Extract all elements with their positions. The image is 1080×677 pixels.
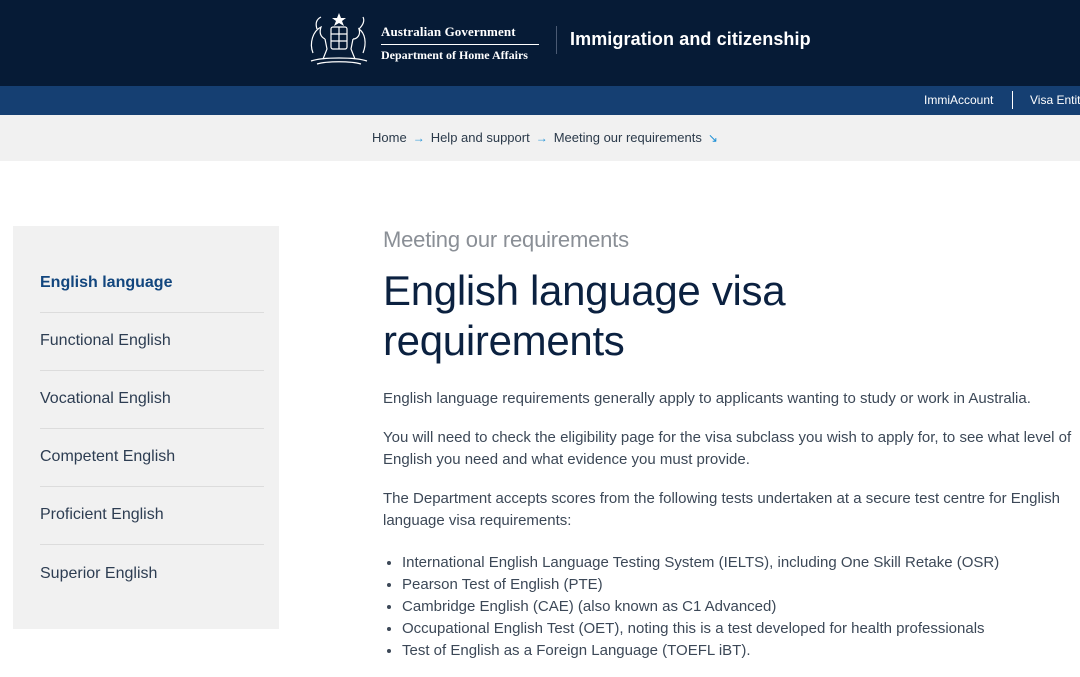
nav-link-immiaccount[interactable]: ImmiAccount: [924, 93, 993, 107]
breadcrumb: Home → Help and support → Meeting our requir…: [372, 130, 718, 145]
gov-divider: [381, 44, 539, 45]
intro-paragraph: English language requirements generally …: [383, 390, 1031, 407]
breadcrumb-bar: Home → Help and support → Meeting our requir…: [0, 115, 1080, 161]
sidebar-item-competent-english[interactable]: Competent English: [40, 428, 264, 487]
list-item: Cambridge English (CAE) (also known as C…: [402, 596, 1073, 618]
breadcrumb-help-support[interactable]: Help and support: [431, 130, 530, 145]
site-title[interactable]: Immigration and citizenship: [570, 29, 811, 50]
sidebar-item-functional-english[interactable]: Functional English: [40, 312, 264, 371]
arrow-right-icon: →: [412, 131, 425, 145]
list-item: Occupational English Test (OET), noting …: [402, 618, 1073, 640]
tests-intro-paragraph: The Department accepts scores from the f…: [383, 490, 1060, 529]
sidebar-item-superior-english[interactable]: Superior English: [40, 545, 264, 603]
nav-link-visa-entitlement[interactable]: Visa Entit: [1030, 93, 1080, 107]
gov-line1: Australian Government: [381, 24, 516, 39]
eligibility-paragraph: You will need to check the eligibility p…: [383, 429, 1072, 468]
main-content: Meeting our requirements English languag…: [383, 226, 1073, 662]
sidebar-item-label: Functional English: [40, 332, 171, 349]
sidebar-item-label: Proficient English: [40, 506, 164, 523]
government-wordmark: Australian Government Department of Home…: [381, 24, 539, 62]
sidebar-item-vocational-english[interactable]: Vocational English: [40, 370, 264, 429]
breadcrumb-home[interactable]: Home: [372, 130, 407, 145]
sidebar-item-label: English language: [40, 274, 173, 291]
sidebar-item-proficient-english[interactable]: Proficient English: [40, 486, 264, 545]
page-title-line2: requirements: [383, 317, 625, 364]
sidebar-item-label: Vocational English: [40, 390, 171, 407]
sidebar-item-label: Competent English: [40, 448, 176, 465]
nav-divider: [1012, 91, 1013, 109]
arrow-down-right-icon[interactable]: ↘: [708, 131, 718, 145]
coat-of-arms-logo[interactable]: [303, 9, 375, 67]
sidebar-item-english-language[interactable]: English language: [40, 254, 264, 313]
list-item: Test of English as a Foreign Language (T…: [402, 640, 1073, 662]
page-kicker: Meeting our requirements: [383, 227, 629, 252]
accepted-tests-list: International English Language Testing S…: [383, 552, 1073, 662]
utility-nav: ImmiAccount Visa Entit: [0, 86, 1080, 115]
page-title-line1: English language visa: [383, 267, 786, 314]
sidebar-item-label: Superior English: [40, 565, 158, 582]
list-item: Pearson Test of English (PTE): [402, 574, 1073, 596]
list-item: International English Language Testing S…: [402, 552, 1073, 574]
arrow-right-icon: →: [535, 131, 548, 145]
breadcrumb-meeting-requirements[interactable]: Meeting our requirements: [554, 130, 702, 145]
gov-line2: Department of Home Affairs: [381, 48, 528, 62]
page-title: English language visa requirements: [383, 266, 1073, 366]
header-divider: [556, 26, 557, 54]
side-navigation: English language Functional English Voca…: [13, 226, 279, 629]
site-header: Australian Government Department of Home…: [0, 0, 1080, 86]
